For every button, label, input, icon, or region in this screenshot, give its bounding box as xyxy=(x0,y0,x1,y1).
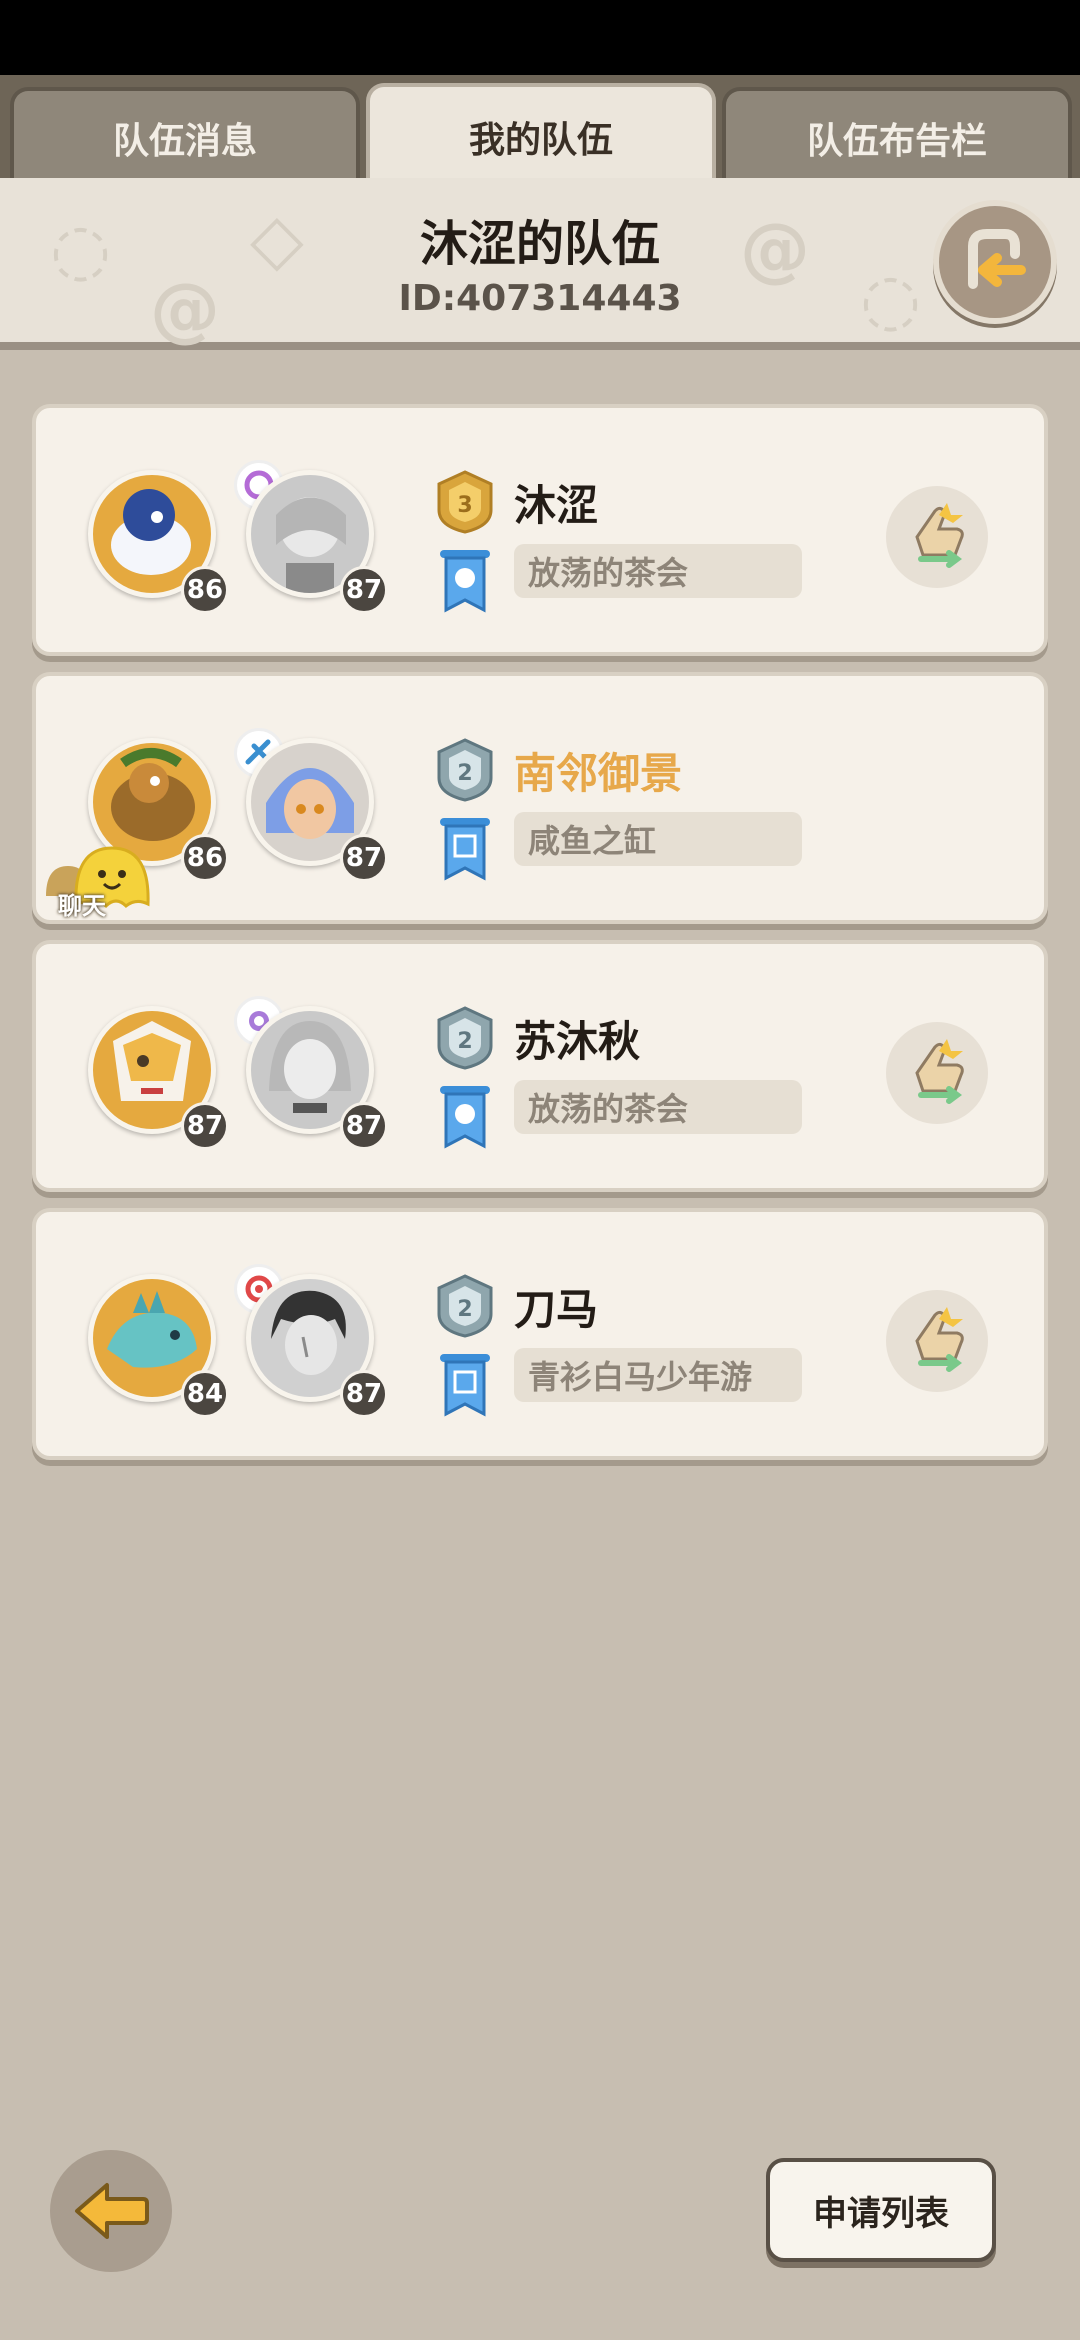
tab-bar: 队伍消息 我的队伍 队伍布告栏 xyxy=(0,75,1080,187)
member-name: 南邻御景 xyxy=(514,749,683,798)
pet-level-badge: 87 xyxy=(181,1102,229,1150)
member-card[interactable]: 86 87 2 南邻御景 咸鱼之缸 聊天 xyxy=(32,672,1048,924)
exit-team-icon xyxy=(968,229,1026,289)
svg-text:2: 2 xyxy=(457,1029,472,1054)
exit-team-button[interactable] xyxy=(933,200,1057,324)
chat-label[interactable]: 聊天 xyxy=(58,886,106,921)
pet-level-badge: 86 xyxy=(181,834,229,882)
back-button[interactable] xyxy=(50,2150,172,2272)
guild-banner-icon xyxy=(440,550,490,613)
character-level-badge: 87 xyxy=(340,566,388,614)
member-guild: 放荡的茶会 xyxy=(514,544,802,598)
svg-text:2: 2 xyxy=(457,1297,472,1322)
swap-button[interactable] xyxy=(886,486,988,588)
silver-rank-badge-icon: 2 xyxy=(437,1274,493,1338)
silver-rank-badge-icon: 2 xyxy=(437,738,493,802)
gold-rank-badge-icon: 3 xyxy=(437,470,493,534)
member-name: 沐涩 xyxy=(514,481,599,530)
member-guild: 青衫白马少年游 xyxy=(514,1348,802,1402)
status-bar xyxy=(0,0,1080,75)
swap-hand-icon xyxy=(915,1039,964,1104)
character-level-badge: 87 xyxy=(340,1102,388,1150)
tab-team-messages[interactable]: 队伍消息 xyxy=(10,87,360,185)
svg-text:2: 2 xyxy=(457,761,472,786)
apply-list-button[interactable]: 申请列表 xyxy=(766,2158,996,2262)
team-name: 沐涩的队伍 xyxy=(419,216,660,272)
member-card[interactable]: 86 87 3 沐涩 放荡的茶会 xyxy=(32,404,1048,656)
swap-hand-icon xyxy=(915,503,964,568)
pet-level-badge: 86 xyxy=(181,566,229,614)
guild-banner-icon xyxy=(440,818,490,881)
guild-banner-icon xyxy=(440,1086,490,1149)
member-guild: 放荡的茶会 xyxy=(514,1080,802,1134)
member-name: 刀马 xyxy=(514,1285,599,1334)
member-card[interactable]: 84 87 2 刀马 青衫白马少年游 xyxy=(32,1208,1048,1460)
silver-rank-badge-icon: 2 xyxy=(437,1006,493,1070)
tab-my-team[interactable]: 我的队伍 xyxy=(366,83,716,187)
team-id: ID:407314443 xyxy=(398,278,682,319)
member-card[interactable]: 87 87 2 苏沐秋 放荡的茶会 xyxy=(32,940,1048,1192)
character-level-badge: 87 xyxy=(340,1370,388,1418)
team-header: ◌ @ ◇ @ ◌ 沐涩的队伍 ID:407314443 xyxy=(0,178,1080,350)
member-guild: 咸鱼之缸 xyxy=(514,812,802,866)
back-arrow-icon xyxy=(75,2183,149,2239)
swap-button[interactable] xyxy=(886,1022,988,1124)
pet-level-badge: 84 xyxy=(181,1370,229,1418)
svg-text:3: 3 xyxy=(457,493,472,518)
member-name: 苏沐秋 xyxy=(514,1017,641,1066)
swap-button[interactable] xyxy=(886,1290,988,1392)
character-level-badge: 87 xyxy=(340,834,388,882)
tab-team-bulletin[interactable]: 队伍布告栏 xyxy=(722,87,1072,185)
swap-hand-icon xyxy=(915,1307,964,1372)
guild-banner-icon xyxy=(440,1354,490,1417)
